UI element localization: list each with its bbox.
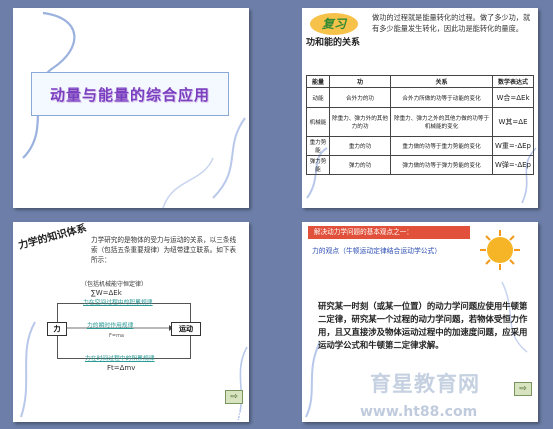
table-cell: W弹=-ΔEp	[492, 155, 534, 175]
work-energy-table: 能量 功 关系 数学表达式 动能 合外力的功 合外力所做的功等于动能的变化 W合…	[306, 75, 534, 175]
slide-3-thumbnail[interactable]: 力学的知识体系 力学研究的是物体的受力与运动的关系，以三条线索（包括五条重要规律…	[13, 222, 249, 422]
time-accumulation-link[interactable]: 力在时间过程中的积累规律	[85, 353, 155, 362]
momentum-equation: Ft=Δmv	[107, 364, 136, 372]
slide-title: 动量与能量的综合应用	[49, 85, 210, 104]
slide-number: 2	[528, 195, 534, 206]
body-text: 研究某一时刻（或某一位置）的动力学问题应使用牛顿第二定律，研究某一个过程的动力学…	[318, 301, 528, 350]
table-header: 功	[328, 75, 392, 88]
sun-icon	[480, 230, 520, 270]
table-cell: 弹力的功	[328, 155, 392, 175]
table-cell: 除重力、弹力外的其他力的功	[328, 107, 392, 137]
slide-number: 3	[236, 411, 242, 422]
table-cell: 重力势能	[306, 136, 330, 156]
table-row: 机械能 除重力、弹力外的其他力的功 除重力、弹力之外的其他力做的功等于机械能的变…	[306, 107, 534, 137]
diagram-subhead: （包括机械能守恒定律）	[81, 281, 148, 288]
slide-1-thumbnail[interactable]: 动量与能量的综合应用	[13, 8, 249, 208]
table-row: 动能 合外力的功 合外力所做的功等于动能的变化 W合=ΔEk	[306, 87, 534, 108]
table-cell: 动能	[306, 87, 330, 108]
table-cell: 除重力、弹力之外的其他力做的功等于机械能的变化	[390, 107, 494, 137]
knowledge-badge: 力学的知识体系	[17, 223, 88, 252]
force-node: 力	[47, 322, 67, 336]
table-cell: 重力的功	[328, 136, 392, 156]
title-frame: 动量与能量的综合应用	[31, 72, 229, 116]
badge-subtitle: 功和能的关系	[306, 38, 361, 48]
table-cell: W合=ΔEk	[492, 87, 534, 108]
watermark-text: 育星教育网	[370, 371, 480, 396]
force-viewpoint-subtitle: 力的观点（牛顿运动定律结合运动学公式）	[312, 247, 442, 255]
table-cell: W重=-ΔEp	[492, 136, 534, 156]
table-cell: 机械能	[306, 107, 330, 137]
slide-number: 1	[236, 195, 242, 206]
viewpoint-banner: 解决动力学问题的基本观点之一：	[308, 226, 470, 239]
table-cell: W其=ΔE	[492, 107, 534, 137]
table-row: 重力势能 重力的功 重力做的功等于重力势能的变化 W重=-ΔEp	[306, 136, 534, 156]
table-row: 弹力势能 弹力的功 弹力做的功等于弹力势能的变化 W弹=-ΔEp	[306, 155, 534, 175]
intro-text: 做功的过程就是能量转化的过程。做了多少功，就有多少能量发生转化，因此功是能转化的…	[372, 13, 531, 33]
watermark-url: www.ht88.com	[360, 404, 478, 420]
table-cell: 合外力的功	[328, 87, 392, 108]
table-cell: 重力做的功等于重力势能的变化	[390, 136, 494, 156]
table-header: 数学表达式	[492, 75, 534, 88]
review-badge: 复习	[310, 13, 358, 35]
intro-text: 力学研究的是物体的受力与运动的关系，以三条线索（包括五条重要规律）为纽带建立联系…	[91, 236, 237, 264]
table-header: 关系	[390, 75, 494, 88]
newton-second-law: F=ma	[109, 333, 124, 339]
space-accumulation-link[interactable]: 力在空间过程中的积累规律	[83, 297, 153, 306]
instantaneous-law-link[interactable]: 力的瞬时作用规律	[87, 320, 133, 329]
slide-2-thumbnail[interactable]: 复习 功和能的关系 做功的过程就是能量转化的过程。做了多少功，就有多少能量发生转…	[302, 8, 538, 208]
table-cell: 弹力势能	[306, 155, 330, 175]
next-arrow-icon[interactable]: ⇨	[225, 390, 243, 404]
energy-equation: ∑W=ΔEk	[91, 289, 122, 297]
table-header: 能量	[306, 75, 330, 88]
table-cell: 弹力做的功等于弹力势能的变化	[390, 155, 494, 175]
motion-node: 运动	[171, 322, 201, 336]
table-cell: 合外力所做的功等于动能的变化	[390, 87, 494, 108]
slide-number: 4	[528, 411, 534, 422]
